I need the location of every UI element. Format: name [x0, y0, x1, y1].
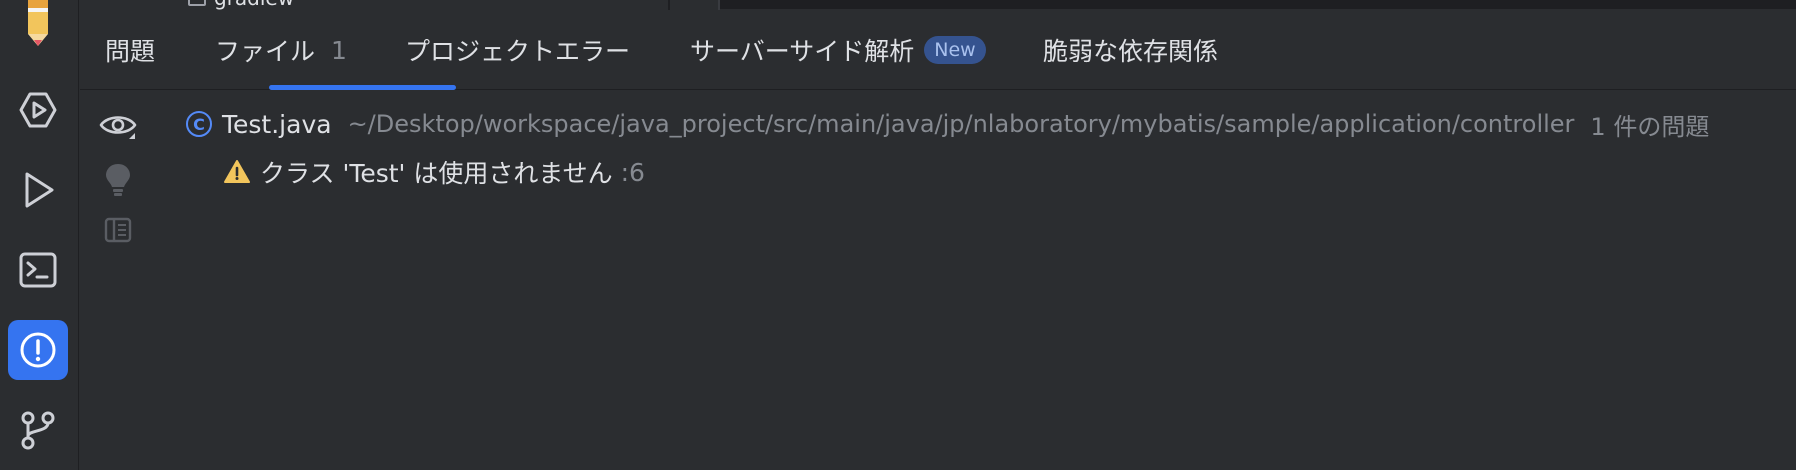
- tool-window-title-text: 問題: [105, 37, 156, 66]
- editor-area: [720, 0, 1796, 9]
- quick-fix-button[interactable]: [98, 159, 138, 199]
- tab-server-side-analysis[interactable]: サーバーサイド解析 New: [690, 10, 986, 90]
- git-icon: [21, 411, 55, 450]
- tab-file-count: 1: [331, 35, 347, 65]
- problem-description: クラス 'Test' は使用されません: [260, 159, 613, 188]
- tree-file-label[interactable]: gradlew: [214, 0, 294, 10]
- tool-window-title: 問題: [105, 10, 155, 90]
- active-tab-indicator: [269, 85, 456, 90]
- preview-panel-icon: [104, 217, 132, 243]
- lightbulb-icon: [106, 164, 130, 196]
- problems-tool-window: gradlew: [0, 0, 1796, 470]
- file-icon: [188, 0, 206, 6]
- file-name: Test.java: [222, 109, 332, 139]
- tab-server-side-label: サーバーサイド解析: [690, 37, 915, 66]
- view-options-button[interactable]: [98, 107, 138, 147]
- problems-tabs: 問題 ファイル 1 プロジェクトエラー サーバーサイド解析 New 脆弱な依存関…: [80, 10, 1796, 90]
- eye-icon: [99, 116, 137, 139]
- problems-button[interactable]: [8, 320, 68, 380]
- services-icon: [19, 92, 57, 128]
- tab-vulnerable-dependencies[interactable]: 脆弱な依存関係: [1043, 10, 1218, 90]
- run-button[interactable]: [8, 160, 68, 220]
- tab-project-errors[interactable]: プロジェクトエラー: [405, 10, 630, 90]
- tree-file-node[interactable]: C Test.java ~/Desktop/workspace/java_pro…: [180, 104, 1796, 144]
- preview-toggle-button[interactable]: [98, 211, 138, 251]
- new-badge: New: [924, 36, 986, 64]
- run-icon: [25, 172, 54, 208]
- tab-project-errors-label: プロジェクトエラー: [405, 37, 631, 66]
- problem-line-number: :6: [620, 157, 645, 187]
- terminal-button[interactable]: [8, 240, 68, 300]
- git-button[interactable]: [8, 400, 68, 460]
- problem-count: 1 件の問題: [1590, 112, 1710, 141]
- problems-tree: C Test.java ~/Desktop/workspace/java_pro…: [180, 104, 1796, 192]
- warning-icon: [224, 159, 250, 185]
- problems-icon: [20, 332, 56, 368]
- services-button[interactable]: [8, 80, 68, 140]
- problems-toolbar: [80, 91, 156, 291]
- java-class-icon: C: [186, 111, 212, 137]
- divider: [668, 0, 670, 10]
- activity-bar: [0, 0, 79, 470]
- tab-file[interactable]: ファイル 1: [215, 10, 347, 90]
- project-tree-remnant: gradlew: [80, 0, 1796, 10]
- pencil-icon: [28, 0, 48, 46]
- tab-vulnerable-deps-label: 脆弱な依存関係: [1043, 37, 1219, 66]
- tree-problem-item[interactable]: クラス 'Test' は使用されません :6: [180, 152, 1796, 192]
- tab-file-label: ファイル: [215, 37, 316, 66]
- terminal-icon: [19, 252, 57, 288]
- file-path: ~/Desktop/workspace/java_project/src/mai…: [347, 110, 1575, 138]
- pencil-button[interactable]: [8, 0, 68, 48]
